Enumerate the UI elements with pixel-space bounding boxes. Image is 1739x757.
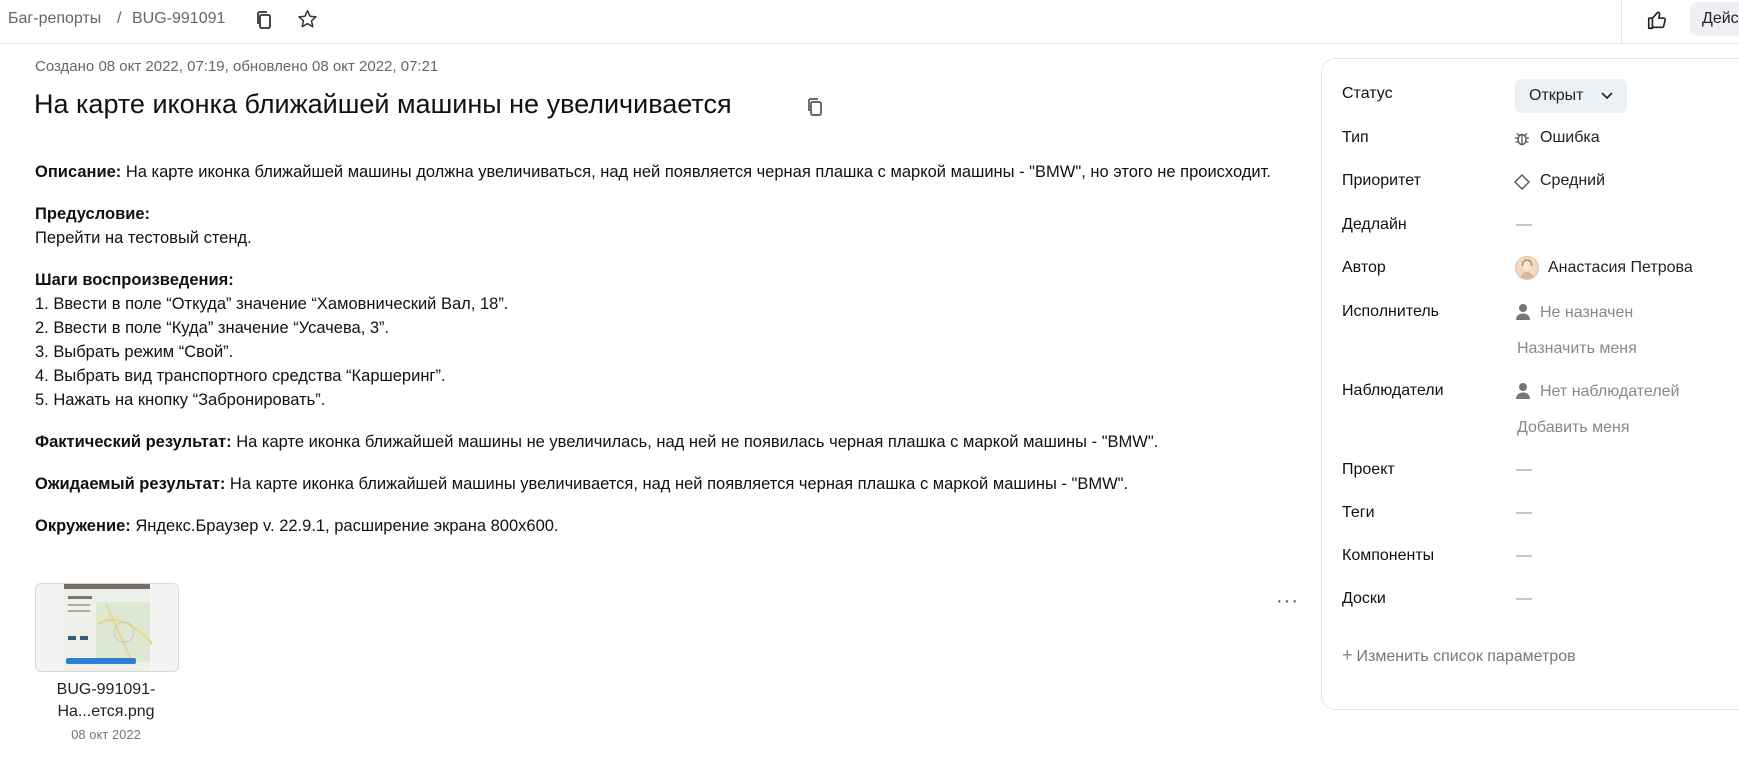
- star-icon[interactable]: [297, 9, 318, 34]
- type-label: Тип: [1342, 129, 1369, 146]
- watchers-label: Наблюдатели: [1342, 382, 1444, 399]
- copy-title-icon[interactable]: [806, 97, 824, 122]
- assignee-label: Исполнитель: [1342, 303, 1440, 320]
- step-item: 5. Нажать на кнопку “Забронировать”.: [35, 391, 326, 409]
- status-label: Статус: [1342, 85, 1393, 102]
- user-icon: [1515, 303, 1531, 326]
- tags-value[interactable]: —: [1516, 504, 1532, 522]
- description-block: Описание: На карте иконка ближайшей маши…: [35, 160, 1295, 184]
- attachment-filename-line: BUG-991091-: [56, 681, 156, 698]
- user-icon: [1515, 382, 1531, 405]
- change-parameters-button[interactable]: + Изменить список параметров: [1342, 645, 1576, 666]
- change-parameters-label: Изменить список параметров: [1356, 648, 1576, 665]
- author-value[interactable]: Анастасия Петрова: [1548, 259, 1693, 277]
- type-value[interactable]: Ошибка: [1540, 129, 1600, 147]
- precondition-text: Перейти на тестовый стенд.: [35, 229, 252, 247]
- assign-me-link[interactable]: Назначить меня: [1517, 340, 1637, 358]
- thumbs-up-icon[interactable]: [1646, 9, 1668, 36]
- assignee-value[interactable]: Не назначен: [1540, 304, 1633, 322]
- page-title[interactable]: На карте иконка ближайшей машины не увел…: [34, 89, 732, 120]
- issue-meta: Создано 08 окт 2022, 07:19, обновлено 08…: [35, 58, 439, 75]
- steps-block: Шаги воспроизведения: 1. Ввести в поле “…: [35, 268, 1295, 412]
- avatar: [1515, 256, 1539, 280]
- actual-result-text: На карте иконка ближайшей машины не увел…: [236, 433, 1159, 451]
- attachment-date: 08 окт 2022: [71, 727, 141, 742]
- attachment-filename-line: На...ется.png: [57, 703, 155, 720]
- environment-text: Яндекс.Браузер v. 22.9.1, расширение экр…: [135, 517, 559, 535]
- components-value[interactable]: —: [1516, 547, 1532, 565]
- step-item: 1. Ввести в поле “Откуда” значение “Хамо…: [35, 295, 509, 313]
- steps-label: Шаги воспроизведения:: [35, 271, 234, 289]
- add-me-link[interactable]: Добавить меня: [1517, 419, 1630, 437]
- breadcrumb-queue-link[interactable]: Баг-репорты: [8, 10, 101, 28]
- deadline-label: Дедлайн: [1342, 216, 1407, 233]
- actual-result-block: Фактический результат: На карте иконка б…: [35, 430, 1295, 454]
- deadline-value[interactable]: —: [1516, 216, 1532, 234]
- status-dropdown[interactable]: Открыт: [1515, 79, 1627, 113]
- project-value[interactable]: —: [1516, 461, 1532, 479]
- step-item: 4. Выбрать вид транспортного средства “К…: [35, 367, 446, 385]
- actions-button[interactable]: Дейс: [1690, 2, 1739, 36]
- chevron-down-icon: [1601, 92, 1613, 100]
- more-options-icon[interactable]: ···: [1276, 590, 1299, 613]
- expected-result-text: На карте иконка ближайшей машины увеличи…: [229, 475, 1129, 493]
- copy-icon[interactable]: [255, 10, 273, 35]
- precondition-label: Предусловие:: [35, 205, 151, 223]
- status-value: Открыт: [1529, 87, 1584, 104]
- project-label: Проект: [1342, 461, 1395, 478]
- environment-label: Окружение:: [35, 517, 131, 535]
- breadcrumb-separator: /: [117, 10, 122, 27]
- description-text: На карте иконка ближайшей машины должна …: [125, 163, 1271, 181]
- issue-description: Описание: На карте иконка ближайшей маши…: [35, 160, 1295, 556]
- expected-result-block: Ожидаемый результат: На карте иконка бли…: [35, 472, 1295, 496]
- boards-value[interactable]: —: [1516, 590, 1532, 608]
- description-label: Описание:: [35, 163, 122, 181]
- attachment-filename[interactable]: BUG-991091- На...ется.png: [35, 679, 177, 723]
- environment-block: Окружение: Яндекс.Браузер v. 22.9.1, рас…: [35, 514, 1295, 538]
- step-item: 2. Ввести в поле “Куда” значение “Усачев…: [35, 319, 390, 337]
- author-label: Автор: [1342, 259, 1386, 276]
- actual-result-label: Фактический результат:: [35, 433, 232, 451]
- top-bar: Баг-репорты / BUG-991091 Дейс: [0, 0, 1739, 44]
- attachment-thumbnail[interactable]: [35, 583, 179, 672]
- boards-label: Доски: [1342, 590, 1386, 607]
- step-item: 3. Выбрать режим “Свой”.: [35, 343, 234, 361]
- attachment-preview-image: [36, 584, 178, 671]
- priority-value[interactable]: Средний: [1540, 172, 1605, 190]
- bug-icon: [1513, 129, 1531, 152]
- breadcrumb-issue-key[interactable]: BUG-991091: [132, 10, 225, 28]
- priority-diamond-icon: [1513, 173, 1531, 196]
- plus-icon: +: [1342, 645, 1353, 665]
- watchers-value[interactable]: Нет наблюдателей: [1540, 383, 1679, 401]
- divider: [1621, 0, 1622, 43]
- priority-label: Приоритет: [1342, 172, 1421, 189]
- components-label: Компоненты: [1342, 547, 1435, 564]
- tags-label: Теги: [1342, 504, 1375, 521]
- precondition-block: Предусловие: Перейти на тестовый стенд.: [35, 202, 1295, 250]
- expected-result-label: Ожидаемый результат:: [35, 475, 226, 493]
